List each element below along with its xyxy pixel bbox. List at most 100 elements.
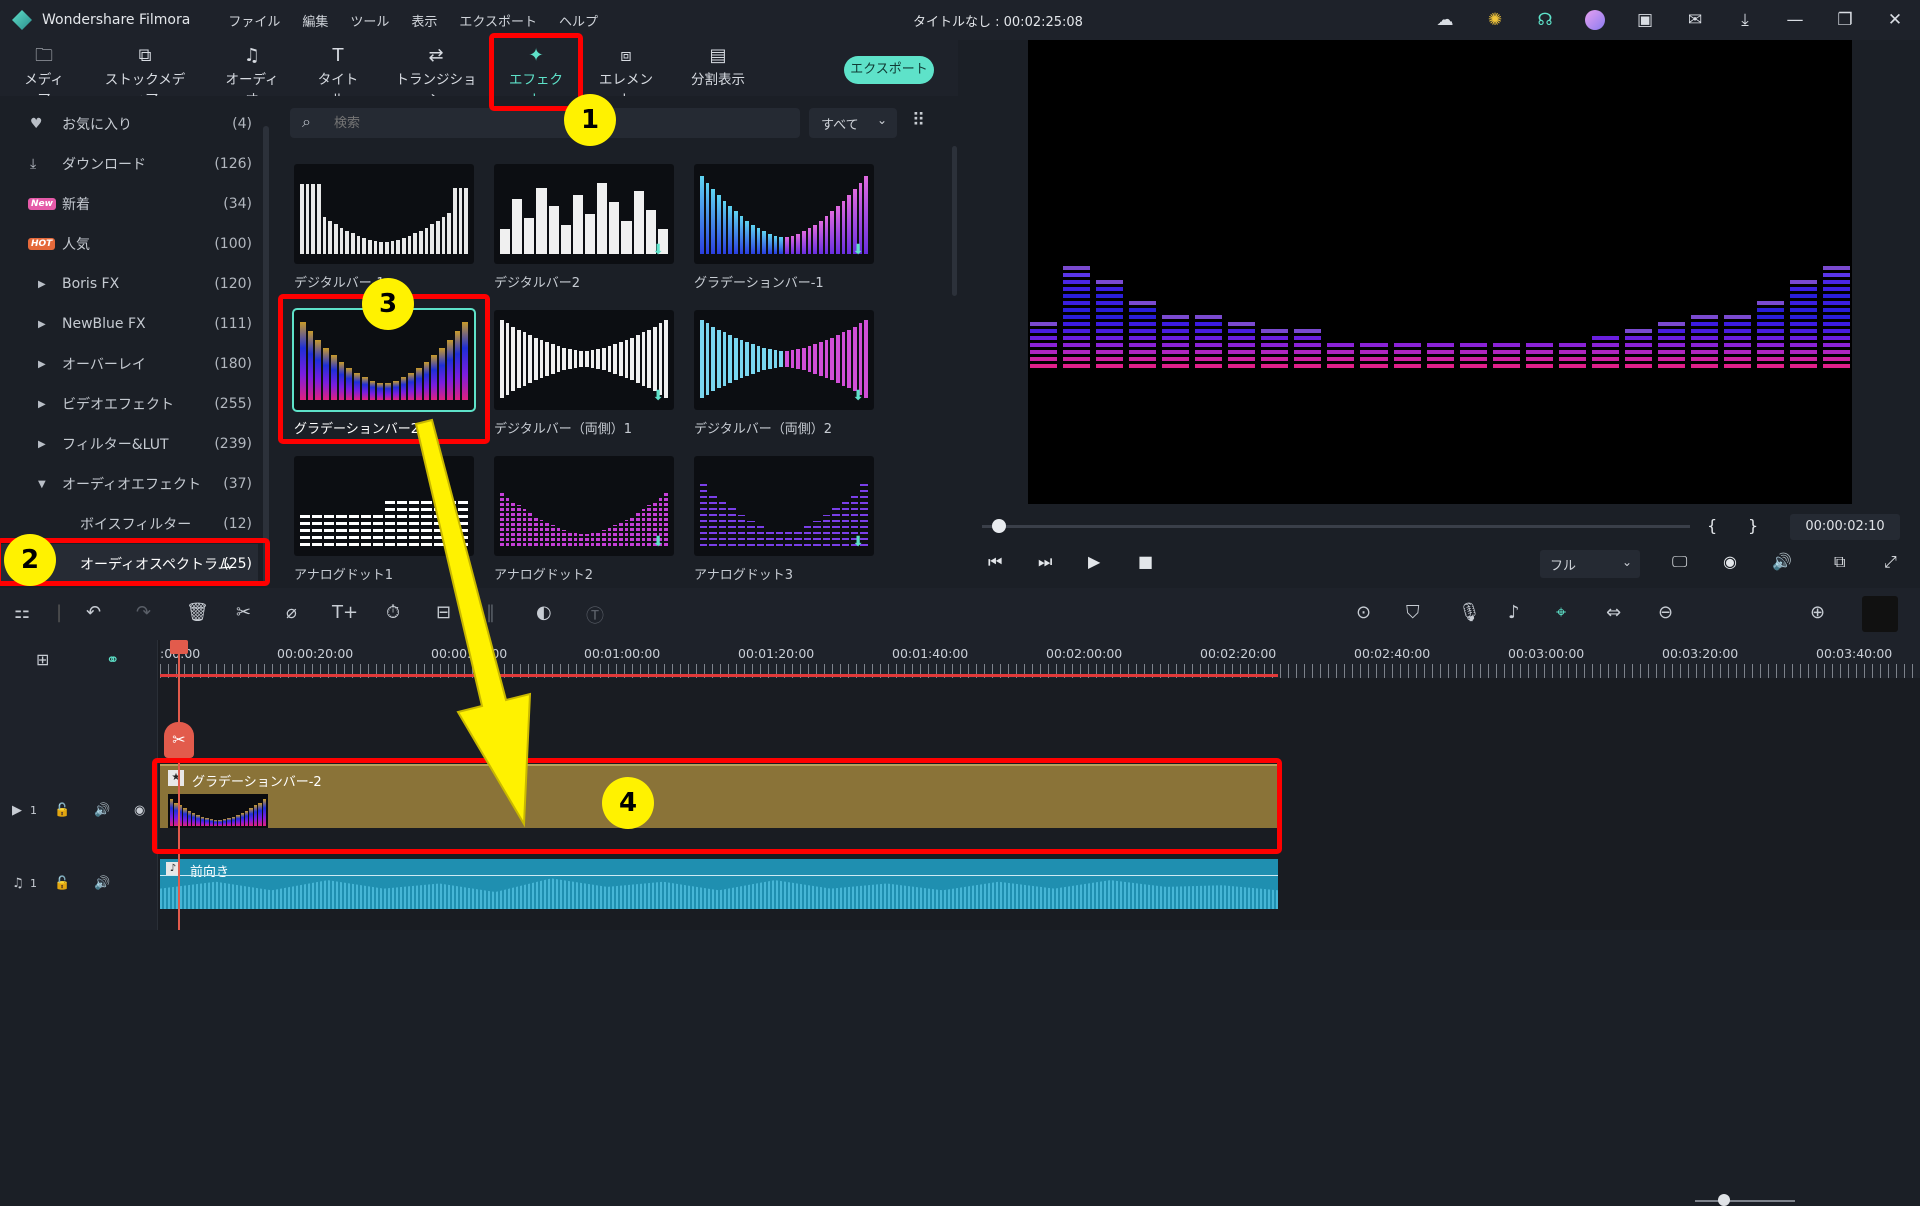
timeline-ruler[interactable]: :00:00 00:00:20:00 00:00:40:00 00:01:00:… [160, 640, 1920, 678]
sidebar-item-new[interactable]: New 新着 (34) [0, 184, 258, 224]
download-icon[interactable]: ⬇ [652, 534, 664, 550]
avatar[interactable] [1570, 10, 1620, 30]
menu-file[interactable]: ファイル [228, 11, 280, 30]
thumbnail-bar [773, 235, 778, 254]
next-frame-icon[interactable]: ⏭ [1038, 552, 1052, 572]
lock-icon[interactable]: 🔓 [54, 803, 70, 818]
effect-card[interactable]: アナログドット1 [294, 456, 474, 583]
render-icon[interactable]: ⊙ [1356, 602, 1371, 623]
zoom-in-icon[interactable]: ⊕ [1810, 602, 1825, 623]
download-icon[interactable]: ⬇ [852, 242, 864, 258]
effect-card[interactable]: ⬇ アナログドット3 [694, 456, 874, 583]
search-box[interactable]: ⌕ [290, 108, 800, 138]
mark-out-button[interactable]: } [1748, 516, 1758, 535]
tag-icon[interactable]: ⌀ [286, 602, 297, 623]
save-icon[interactable]: ▣ [1620, 10, 1670, 30]
effect-card[interactable]: ⬇ グラデーションバー-1 [694, 164, 874, 291]
playhead-handle[interactable] [170, 640, 188, 654]
filter-dropdown[interactable]: すべて ⌄ [809, 108, 897, 138]
zoom-out-icon[interactable]: ⊖ [1658, 602, 1673, 623]
microphone-icon[interactable]: 🎙 [1458, 602, 1481, 623]
lock-icon[interactable]: 🔓 [54, 876, 70, 891]
stop-icon[interactable]: ■ [1138, 552, 1153, 571]
cloud-icon[interactable]: ☁ [1420, 10, 1470, 30]
link-icon[interactable]: ⚭ [106, 650, 119, 669]
mail-icon[interactable]: ✉ [1670, 10, 1720, 30]
thumbnail-bar [322, 216, 327, 254]
sidebar-item-favorites[interactable]: ♥ お気に入り (4) [0, 104, 258, 144]
snapshot-icon[interactable]: ◉ [1723, 552, 1737, 571]
zoom-slider[interactable] [1695, 1200, 1795, 1202]
previous-frame-icon[interactable]: ⏮ [988, 552, 1002, 572]
audio-clip[interactable]: ♪ 前向き [160, 859, 1278, 909]
sidebar-scrollbar[interactable] [263, 126, 269, 586]
adjust-icon[interactable]: ⊟ [436, 602, 451, 623]
audio-wave-icon[interactable]: ‖ [486, 602, 495, 623]
download-icon[interactable]: ⬇ [652, 388, 664, 404]
download-icon[interactable]: ⤓ [1720, 10, 1770, 30]
volume-icon[interactable]: 🔊 [1772, 552, 1792, 571]
grid-view-icon[interactable]: ⠿ [912, 110, 925, 131]
effect-card[interactable]: ⬇ デジタルバー（両側）2 [694, 310, 874, 437]
sidebar-item-newblue-fx[interactable]: ▶ NewBlue FX (111) [0, 304, 258, 344]
undo-icon[interactable]: ↶ [86, 602, 101, 623]
eye-icon[interactable]: ◉ [134, 803, 145, 818]
volume-line[interactable] [160, 875, 1278, 876]
layout-icon[interactable]: ⚏ [14, 602, 30, 623]
menu-export[interactable]: エクスポート [459, 11, 537, 30]
fit-icon[interactable]: ⇔ [1606, 602, 1621, 623]
preview-seek-bar[interactable] [982, 525, 1690, 528]
tab-split-screen[interactable]: ▤ 分割表示 [688, 44, 748, 88]
pip-icon[interactable]: ⧉ [1834, 552, 1845, 572]
menu-help[interactable]: ヘルプ [559, 11, 598, 30]
sidebar-item-download[interactable]: ⤓ ダウンロード (126) [0, 144, 258, 184]
fullscreen-icon[interactable]: ⤢ [1884, 552, 1897, 572]
delete-icon[interactable]: 🗑 [186, 602, 209, 623]
lightbulb-icon[interactable]: ✺ [1470, 10, 1520, 30]
mute-icon[interactable]: 🔊 [94, 876, 110, 891]
zoom-handle[interactable] [1718, 1194, 1730, 1206]
effect-card[interactable]: ⬇ デジタルバー（両側）1 [494, 310, 674, 437]
restore-icon[interactable]: ❐ [1820, 10, 1870, 30]
download-icon[interactable]: ⬇ [852, 534, 864, 550]
close-icon[interactable]: ✕ [1870, 10, 1920, 30]
download-icon[interactable]: ⬇ [852, 388, 864, 404]
panel-toggle-icon[interactable] [1862, 596, 1898, 632]
effect-card[interactable]: デジタルバー-1 [294, 164, 474, 291]
add-text-icon[interactable]: T+ [332, 602, 358, 623]
sidebar-item-boris-fx[interactable]: ▶ Boris FX (120) [0, 264, 258, 304]
mute-icon[interactable]: 🔊 [94, 803, 110, 818]
sidebar-item-popular[interactable]: HOT 人気 (100) [0, 224, 258, 264]
sidebar-item-overlay[interactable]: ▶ オーバーレイ (180) [0, 344, 258, 384]
scissors-icon[interactable]: ✂ [164, 722, 194, 758]
cut-icon[interactable]: ✂ [236, 602, 251, 623]
display-icon[interactable]: 🖵 [1672, 552, 1687, 572]
add-track-icon[interactable]: ⊞ [36, 650, 49, 669]
play-icon[interactable]: ▶ [1088, 552, 1100, 571]
sidebar-item-video-effects[interactable]: ▶ ビデオエフェクト (255) [0, 384, 258, 424]
quality-dropdown[interactable]: フル ⌄ [1540, 550, 1640, 578]
snap-icon[interactable]: ⌖ [1556, 602, 1566, 623]
mark-in-button[interactable]: { [1707, 516, 1717, 535]
download-icon[interactable]: ⬇ [652, 242, 664, 258]
export-button[interactable]: エクスポート [844, 56, 934, 84]
marker-icon[interactable]: ⛉ [1406, 602, 1420, 623]
menu-tools[interactable]: ツール [350, 11, 389, 30]
spectrum-segment [1459, 343, 1487, 347]
sidebar-item-filters-lut[interactable]: ▶ フィルター&LUT (239) [0, 424, 258, 464]
menu-view[interactable]: 表示 [411, 11, 437, 30]
effect-card[interactable]: ⬇ デジタルバー2 [494, 164, 674, 291]
sidebar-item-audio-effects[interactable]: ▼ オーディオエフェクト (37) [0, 464, 258, 504]
seek-handle[interactable] [992, 519, 1006, 533]
content-scrollbar[interactable] [952, 146, 957, 296]
search-input[interactable] [334, 113, 774, 133]
tts-icon[interactable]: Ⓣ [586, 602, 604, 628]
minimize-icon[interactable]: — [1770, 10, 1820, 30]
audio-detect-icon[interactable]: ◐ [536, 602, 552, 623]
effect-card[interactable]: ⬇ アナログドット2 [494, 456, 674, 583]
redo-icon[interactable]: ↷ [136, 602, 151, 623]
menu-edit[interactable]: 編集 [302, 11, 328, 30]
timer-icon[interactable]: ⏱ [386, 602, 400, 623]
audio-mixer-icon[interactable]: ♪ [1508, 602, 1520, 623]
headset-icon[interactable]: ☊ [1520, 10, 1570, 30]
